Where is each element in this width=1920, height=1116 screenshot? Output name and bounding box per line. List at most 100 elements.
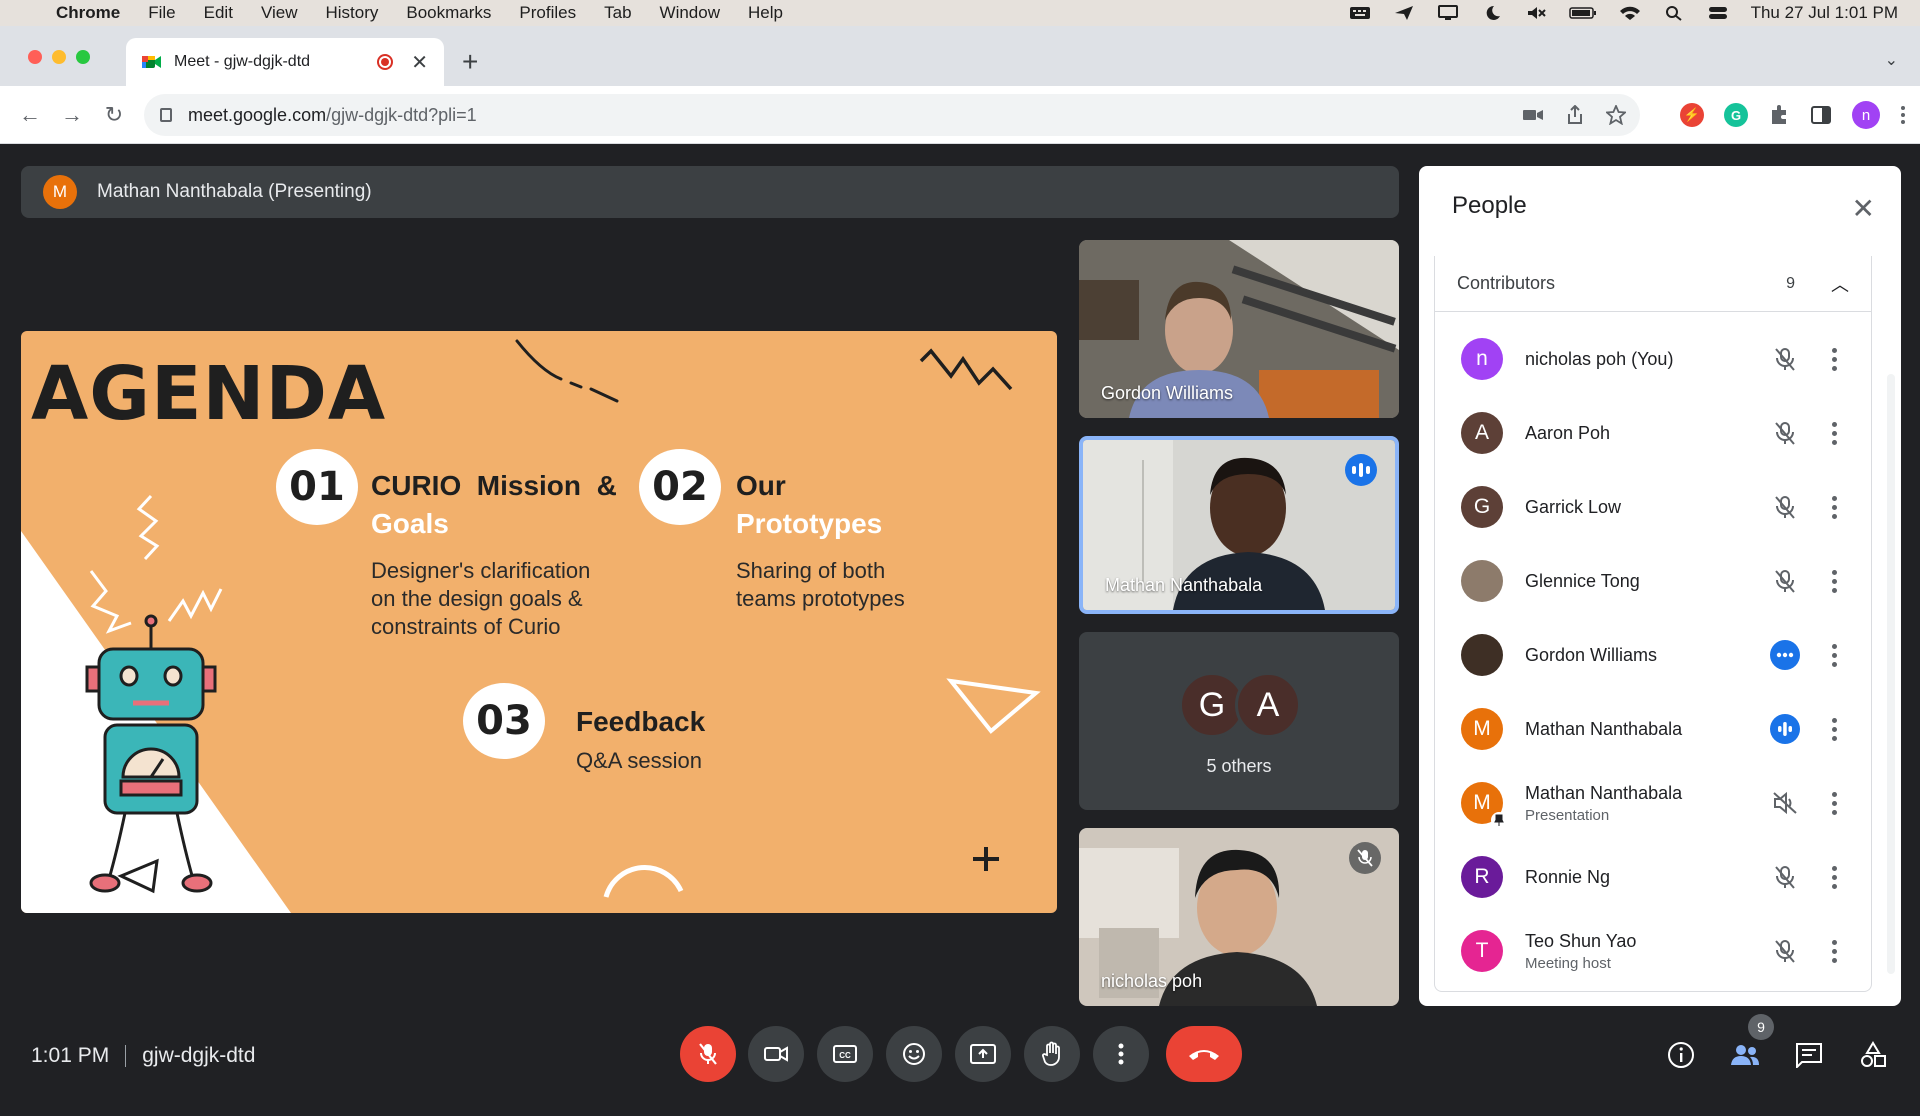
toggle-camera-button[interactable] (748, 1026, 804, 1082)
reactions-button[interactable] (886, 1026, 942, 1082)
chat-button[interactable] (1793, 1039, 1825, 1071)
toggle-mic-button[interactable] (680, 1026, 736, 1082)
profile-avatar[interactable]: n (1852, 101, 1880, 129)
chevron-up-icon[interactable]: ︿ (1831, 271, 1849, 297)
browser-tab-meet[interactable]: Meet - gjw-dgjk-dtd ✕ (126, 38, 444, 86)
new-tab-button[interactable]: + (462, 48, 478, 76)
send-icon[interactable] (1393, 5, 1415, 21)
participant-row[interactable]: T Teo Shun Yao Meeting host (1435, 914, 1871, 988)
wifi-icon[interactable] (1619, 5, 1641, 21)
close-tab-icon[interactable]: ✕ (411, 50, 428, 75)
tab-search-chevron-icon[interactable]: ⌄ (1885, 50, 1898, 70)
keyboard-icon[interactable] (1349, 5, 1371, 21)
section-label: Contributors (1457, 273, 1556, 293)
address-bar[interactable]: meet.google.com/gjw-dgjk-dtd?pli=1 (144, 94, 1640, 136)
reload-icon[interactable]: ↻ (100, 102, 128, 128)
mic-off-icon (1765, 561, 1805, 601)
volume-muted-icon[interactable] (1525, 5, 1547, 21)
participant-name: Glennice Tong (1525, 570, 1640, 591)
camera-in-use-icon[interactable] (1522, 107, 1544, 123)
participant-name: nicholas poh (1101, 971, 1203, 991)
present-screen-button[interactable] (955, 1026, 1011, 1082)
presentation-slide[interactable]: AGENDA 01 CURIO Mission & Goals Designer… (21, 331, 1057, 913)
more-options-icon[interactable] (1831, 421, 1837, 445)
participant-name-block: Garrick Low (1525, 497, 1755, 518)
grammarly-extension-icon[interactable]: G (1724, 103, 1748, 127)
presenter-avatar: M (43, 175, 77, 209)
agenda-title-line1: Our (736, 470, 786, 501)
participant-name: nicholas poh (You) (1525, 348, 1674, 369)
captions-button[interactable]: CC (817, 1026, 873, 1082)
more-options-icon[interactable] (1831, 347, 1837, 371)
menu-bookmarks[interactable]: Bookmarks (406, 3, 491, 23)
forward-icon[interactable]: → (58, 102, 86, 128)
lock-icon[interactable] (160, 108, 172, 122)
avatar: A (1235, 672, 1301, 738)
minimize-window-button[interactable] (52, 50, 66, 64)
menu-help[interactable]: Help (748, 3, 783, 23)
close-panel-icon[interactable]: ✕ (1852, 192, 1875, 225)
url-host: meet.google.com (188, 104, 327, 125)
moon-icon[interactable] (1481, 5, 1503, 21)
battery-icon[interactable] (1568, 5, 1597, 21)
menu-tab[interactable]: Tab (604, 3, 631, 23)
others-tile[interactable]: G A 5 others (1079, 632, 1399, 810)
menubar-clock[interactable]: Thu 27 Jul 1:01 PM (1751, 3, 1898, 23)
display-icon[interactable] (1437, 5, 1459, 21)
more-options-button[interactable] (1093, 1026, 1149, 1082)
control-center-icon[interactable] (1707, 5, 1729, 21)
avatar (1461, 560, 1503, 602)
menu-view[interactable]: View (261, 3, 298, 23)
participant-name-block: Ronnie Ng (1525, 867, 1755, 888)
chrome-menu-icon[interactable] (1900, 104, 1906, 126)
window-controls (28, 50, 90, 64)
activities-button[interactable] (1857, 1039, 1889, 1071)
participant-tile-speaking[interactable]: Mathan Nanthabala (1079, 436, 1399, 614)
zoom-window-button[interactable] (76, 50, 90, 64)
close-window-button[interactable] (28, 50, 42, 64)
participant-row[interactable]: Glennice Tong (1435, 544, 1871, 618)
menu-app-chrome[interactable]: Chrome (56, 3, 120, 23)
more-options-icon[interactable] (1831, 495, 1837, 519)
participant-row[interactable]: A Aaron Poh (1435, 396, 1871, 470)
menu-history[interactable]: History (325, 3, 378, 23)
participant-row[interactable]: M Mathan Nanthabala (1435, 692, 1871, 766)
back-icon[interactable]: ← (16, 102, 44, 128)
meeting-details-button[interactable] (1665, 1039, 1697, 1071)
side-panel-icon[interactable] (1810, 104, 1832, 126)
mic-off-icon (1765, 857, 1805, 897)
panel-scrollbar[interactable] (1887, 374, 1895, 974)
contributors-header[interactable]: Contributors 9 ︿ (1435, 256, 1871, 312)
menu-profiles[interactable]: Profiles (519, 3, 576, 23)
show-everyone-button[interactable] (1729, 1039, 1761, 1071)
participant-name: Gordon Williams (1101, 383, 1234, 403)
spotlight-search-icon[interactable] (1663, 5, 1685, 21)
participant-name: Ronnie Ng (1525, 866, 1611, 887)
menu-edit[interactable]: Edit (204, 3, 233, 23)
menu-file[interactable]: File (148, 3, 175, 23)
bookmark-star-icon[interactable] (1606, 105, 1626, 125)
participant-row[interactable]: G Garrick Low (1435, 470, 1871, 544)
menu-window[interactable]: Window (660, 3, 720, 23)
more-options-icon[interactable] (1831, 717, 1837, 741)
participant-row[interactable]: Gordon Williams (1435, 618, 1871, 692)
extension-red-icon[interactable]: ⚡ (1680, 103, 1704, 127)
svg-text:CC: CC (839, 1051, 851, 1060)
participant-row[interactable]: R Ronnie Ng (1435, 840, 1871, 914)
mic-off-icon (1765, 487, 1805, 527)
desc-line: on the design goals & (371, 586, 583, 611)
more-options-icon[interactable] (1831, 569, 1837, 593)
more-options-icon[interactable] (1831, 939, 1837, 963)
participant-row[interactable]: n nicholas poh (You) (1435, 322, 1871, 396)
extensions-puzzle-icon[interactable] (1768, 104, 1790, 126)
more-options-icon[interactable] (1831, 865, 1837, 889)
more-options-icon[interactable] (1831, 791, 1837, 815)
avatar (1461, 634, 1503, 676)
participant-tile[interactable]: Gordon Williams (1079, 240, 1399, 418)
self-view-tile[interactable]: nicholas poh (1079, 828, 1399, 1006)
participant-row[interactable]: M Mathan Nanthabala Presentation (1435, 766, 1871, 840)
leave-call-button[interactable] (1166, 1026, 1242, 1082)
raise-hand-button[interactable] (1024, 1026, 1080, 1082)
share-icon[interactable] (1566, 105, 1584, 125)
more-options-icon[interactable] (1831, 643, 1837, 667)
